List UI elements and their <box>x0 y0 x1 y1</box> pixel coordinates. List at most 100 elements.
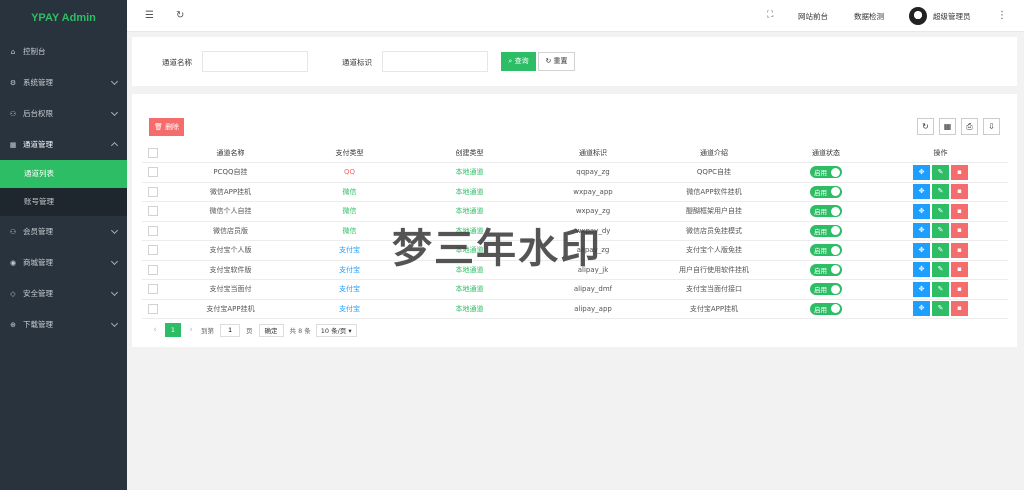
status-toggle[interactable]: 启用 <box>810 302 842 315</box>
delete-row-button[interactable]: ▪ <box>951 164 968 180</box>
delete-row-button[interactable]: ▪ <box>951 281 968 297</box>
column-header: 操作 <box>873 143 1008 163</box>
row-select-cell <box>142 260 164 280</box>
status-cell: 启用 <box>779 221 873 241</box>
delete-row-button[interactable]: ▪ <box>951 203 968 219</box>
delete-row-button[interactable]: ▪ <box>951 184 968 200</box>
avatar[interactable] <box>909 7 927 25</box>
column-header[interactable]: 通道名称 <box>164 143 297 163</box>
pencil-icon: ✎ <box>937 304 944 313</box>
status-toggle-label: 启用 <box>814 208 827 217</box>
channel-intro-cell: 微信店员免挂模式 <box>649 221 779 241</box>
view-button[interactable]: ✥ <box>913 203 930 219</box>
sidebar-item-label: 控制台 <box>23 47 46 56</box>
edit-button[interactable]: ✎ <box>932 203 949 219</box>
status-toggle[interactable]: 启用 <box>810 224 842 237</box>
channel-name-cell: 微信APP挂机 <box>164 182 297 202</box>
view-button[interactable]: ✥ <box>913 184 930 200</box>
refresh-icon[interactable]: ↻ <box>176 10 184 21</box>
data-check-link[interactable]: 数据检测 <box>854 11 884 22</box>
edit-button[interactable]: ✎ <box>932 164 949 180</box>
user-name[interactable]: 超级管理员 <box>933 11 971 22</box>
edit-button[interactable]: ✎ <box>932 262 949 278</box>
app-logo[interactable]: YPAY Admin <box>0 0 127 36</box>
edit-button[interactable]: ✎ <box>932 184 949 200</box>
channel-icon: ▦ <box>9 140 17 149</box>
edit-button[interactable]: ✎ <box>932 223 949 239</box>
view-button[interactable]: ✥ <box>913 281 930 297</box>
status-toggle[interactable]: 启用 <box>810 244 842 257</box>
page-size-select[interactable]: 10 条/页 ▾ <box>315 323 357 337</box>
row-checkbox[interactable] <box>148 167 158 178</box>
status-toggle[interactable]: 启用 <box>810 166 842 179</box>
goto-confirm-button[interactable]: 确定 <box>258 323 284 337</box>
sidebar-subitem-channel-list[interactable]: 通道列表 <box>0 160 127 188</box>
channel-name-input[interactable] <box>202 51 308 72</box>
select-all-checkbox[interactable] <box>148 147 158 158</box>
column-header[interactable]: 通道标识 <box>537 143 649 163</box>
actions-cell: ✥ ✎ ▪ <box>873 182 1008 202</box>
delete-row-button[interactable]: ▪ <box>951 301 968 317</box>
chevron-down-icon <box>110 288 119 297</box>
delete-row-button[interactable]: ▪ <box>951 242 968 258</box>
prev-page-icon[interactable]: ‹ <box>149 325 161 335</box>
view-button[interactable]: ✥ <box>913 164 930 180</box>
export-button[interactable]: ⇩ <box>983 118 1000 135</box>
row-checkbox[interactable] <box>148 303 158 314</box>
current-page[interactable]: 1 <box>165 323 181 337</box>
view-button[interactable]: ✥ <box>913 262 930 278</box>
channel-name-cell: 支付宝软件版 <box>164 260 297 280</box>
print-button[interactable]: ⎙ <box>961 118 978 135</box>
status-toggle[interactable]: 启用 <box>810 263 842 276</box>
sidebar-item-channels[interactable]: ▦ 通道管理 <box>0 129 127 160</box>
delete-row-button[interactable]: ▪ <box>951 223 968 239</box>
row-checkbox[interactable] <box>148 225 158 236</box>
row-checkbox[interactable] <box>148 245 158 256</box>
more-icon[interactable]: ⋮ <box>997 10 1007 21</box>
row-checkbox[interactable] <box>148 284 158 295</box>
page-size-value: 10 条/页 <box>320 326 347 335</box>
actions-cell: ✥ ✎ ▪ <box>873 221 1008 241</box>
row-checkbox[interactable] <box>148 206 158 217</box>
edit-button[interactable]: ✎ <box>932 242 949 258</box>
row-checkbox[interactable] <box>148 264 158 275</box>
sidebar-item-permissions[interactable]: ⚇ 后台权限 <box>0 98 127 129</box>
status-toggle[interactable]: 启用 <box>810 185 842 198</box>
fullscreen-icon[interactable]: ⛶ <box>767 10 773 20</box>
channel-id-input[interactable] <box>382 51 488 72</box>
view-button[interactable]: ✥ <box>913 242 930 258</box>
column-header[interactable]: 通道状态 <box>779 143 873 163</box>
columns-filter-button[interactable]: ▦ <box>939 118 956 135</box>
page-input[interactable] <box>220 323 240 337</box>
site-front-link[interactable]: 网站前台 <box>798 11 828 22</box>
channel-intro-cell: 支付宝当面付接口 <box>649 279 779 300</box>
delete-button[interactable]: 🗑 删除 <box>149 118 184 136</box>
column-header[interactable]: 支付类型 <box>297 143 402 163</box>
view-button[interactable]: ✥ <box>913 223 930 239</box>
menu-toggle-icon[interactable]: ☰ <box>145 10 154 21</box>
row-checkbox[interactable] <box>148 186 158 197</box>
sidebar-item-shop[interactable]: ◉ 商城管理 <box>0 247 127 278</box>
refresh-table-button[interactable]: ↻ <box>917 118 934 135</box>
sidebar-item-security[interactable]: ◇ 安全管理 <box>0 278 127 309</box>
edit-button[interactable]: ✎ <box>932 281 949 297</box>
status-toggle-label: 启用 <box>814 247 827 256</box>
sidebar-subitem-account-management[interactable]: 账号管理 <box>0 188 127 216</box>
page-unit-label: 页 <box>246 327 253 335</box>
sidebar-item-downloads[interactable]: ⊕ 下载管理 <box>0 309 127 340</box>
status-toggle-label: 启用 <box>814 286 827 295</box>
status-toggle[interactable]: 启用 <box>810 205 842 218</box>
column-header[interactable]: 创建类型 <box>402 143 537 163</box>
sidebar-item-members[interactable]: ⚇ 会员管理 <box>0 216 127 247</box>
sidebar-item-dashboard[interactable]: ⌂ 控制台 <box>0 36 127 67</box>
next-page-icon[interactable]: › <box>185 325 197 335</box>
status-toggle[interactable]: 启用 <box>810 283 842 296</box>
view-button[interactable]: ✥ <box>913 301 930 317</box>
column-header[interactable]: 通道介绍 <box>649 143 779 163</box>
query-button[interactable]: ⌕ 查询 <box>501 52 536 71</box>
edit-button[interactable]: ✎ <box>932 301 949 317</box>
toggle-knob <box>831 167 840 177</box>
sidebar-item-system[interactable]: ⚙ 系统管理 <box>0 67 127 98</box>
delete-row-button[interactable]: ▪ <box>951 262 968 278</box>
reset-button[interactable]: ↻ 重置 <box>538 52 575 71</box>
